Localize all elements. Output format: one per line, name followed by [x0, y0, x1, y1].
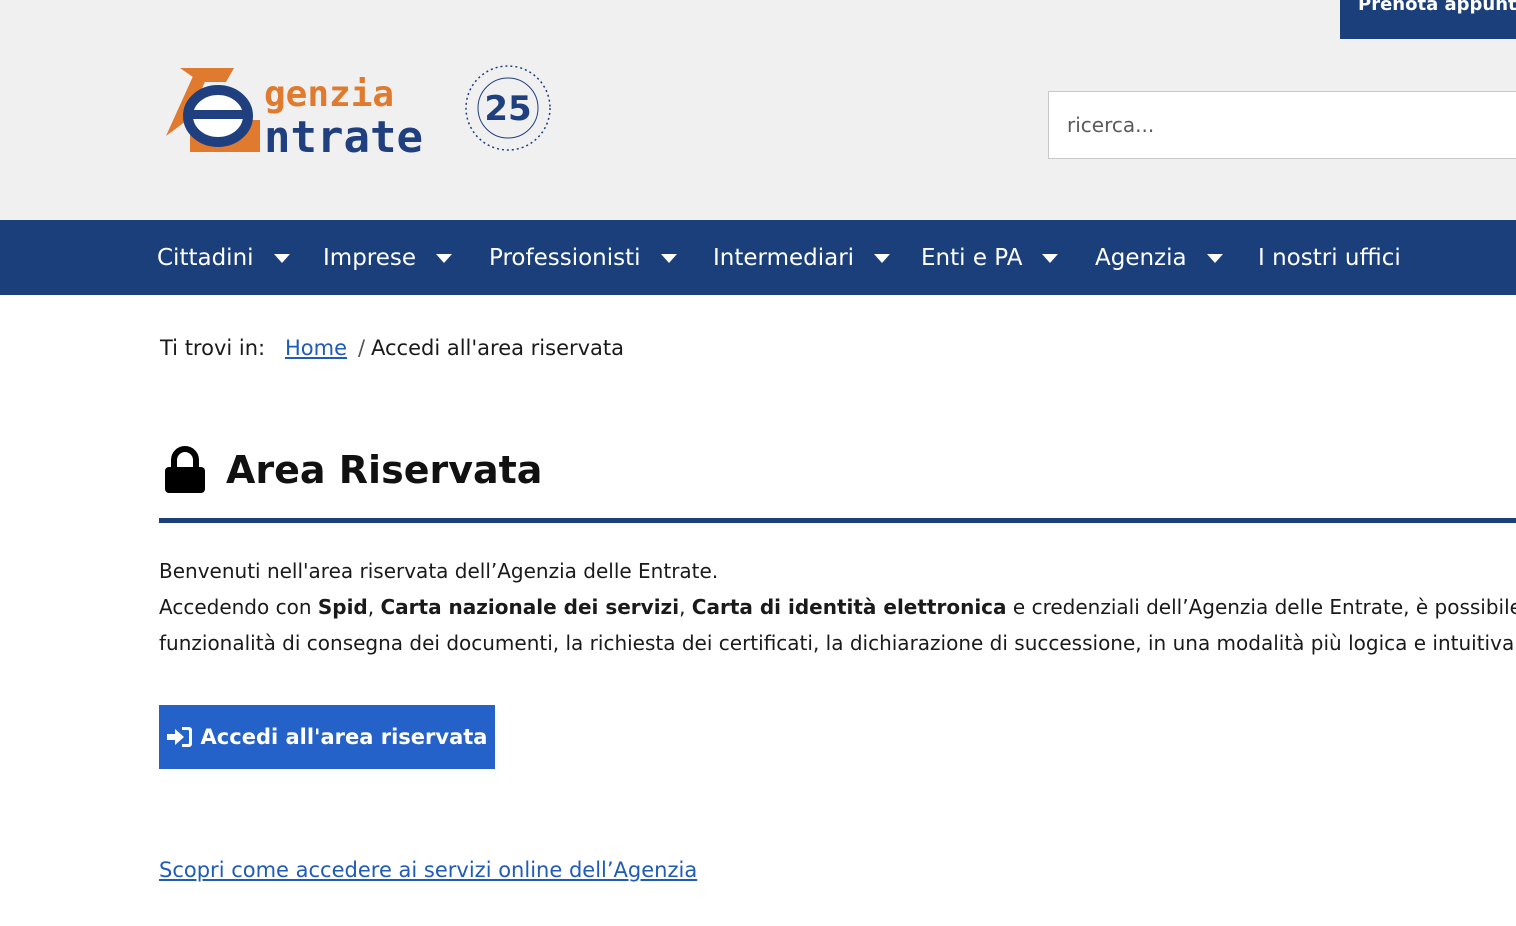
discover-online-services-link[interactable]: Scopri come accedere ai servizi online d… — [159, 858, 697, 882]
search-input[interactable] — [1048, 91, 1516, 159]
nav-item-enti-e-pa[interactable]: Enti e PA — [921, 220, 1059, 295]
nav-item-intermediari[interactable]: Intermediari — [713, 220, 891, 295]
25-anniversary-seal: 25 — [465, 65, 551, 151]
accedi-area-riservata-button[interactable]: Accedi all'area riservata — [159, 705, 495, 769]
spid-bold: Spid — [317, 595, 368, 619]
nav-item-cittadini[interactable]: Cittadini — [157, 220, 290, 295]
nav-item-imprese[interactable]: Imprese — [323, 220, 453, 295]
caret-down-icon — [436, 254, 453, 263]
breadcrumb: Ti trovi in: Home / Accedi all'area rise… — [160, 336, 624, 360]
nav-item-i-nostri-uffici[interactable]: I nostri uffici — [1258, 220, 1401, 295]
nav-item-label: I nostri uffici — [1258, 244, 1401, 271]
intro-text: Benvenuti nell'area riservata dell’Agenz… — [159, 553, 1516, 661]
page-title-block: Area Riservata — [162, 444, 542, 496]
nav-item-label: Cittadini — [157, 244, 254, 271]
sign-in-icon — [166, 727, 192, 747]
nav-item-agenzia[interactable]: Agenzia — [1095, 220, 1223, 295]
prenota-appuntamento-button[interactable]: Prenota appuntamento — [1340, 0, 1516, 39]
nav-item-professionisti[interactable]: Professionisti — [489, 220, 677, 295]
nav-item-label: Imprese — [323, 244, 417, 271]
intro-line-1: Benvenuti nell'area riservata dell’Agenz… — [159, 559, 719, 583]
caret-down-icon — [874, 254, 891, 263]
breadcrumb-separator: / — [358, 336, 366, 360]
nav-item-label: Enti e PA — [921, 244, 1023, 271]
caret-down-icon — [660, 254, 677, 263]
caret-down-icon — [273, 254, 290, 263]
breadcrumb-prefix: Ti trovi in: — [160, 336, 266, 360]
cns-bold: Carta nazionale dei servizi — [380, 595, 680, 619]
logo-text-bottom: ntrate — [264, 112, 423, 160]
agenzia-entrate-logo[interactable]: genzia ntrate — [160, 60, 460, 160]
title-divider — [159, 518, 1516, 523]
site-header: Prenota appuntamento genzia ntrate 25 — [0, 0, 1516, 220]
intro-line-3: funzionalità di consegna dei documenti, … — [159, 631, 1516, 655]
caret-down-icon — [1206, 254, 1223, 263]
lock-icon — [165, 446, 205, 493]
logo-text-top: genzia — [264, 74, 394, 115]
nav-item-label: Intermediari — [713, 244, 855, 271]
breadcrumb-current: Accedi all'area riservata — [371, 336, 625, 360]
seal-number: 25 — [484, 89, 531, 129]
nav-item-label: Professionisti — [489, 244, 641, 271]
breadcrumb-home-link[interactable]: Home — [285, 336, 347, 360]
page-title: Area Riservata — [226, 448, 543, 492]
nav-item-label: Agenzia — [1095, 244, 1187, 271]
intro-line-2: Accedendo con Spid, Carta nazionale dei … — [159, 595, 1516, 619]
caret-down-icon — [1042, 254, 1059, 263]
cie-bold: Carta di identità elettronica — [691, 595, 1007, 619]
accedi-button-label: Accedi all'area riservata — [200, 725, 488, 749]
main-navigation: Cittadini Imprese Professionisti Interme… — [0, 220, 1516, 295]
